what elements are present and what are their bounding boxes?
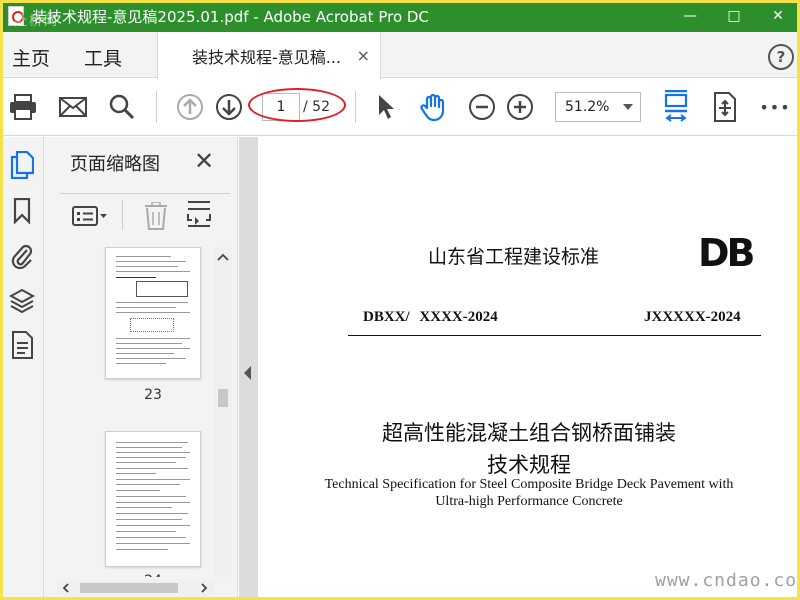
- attachment-icon[interactable]: [8, 241, 36, 269]
- more-tools-icon[interactable]: •••: [759, 91, 791, 123]
- page-thumbnails-icon[interactable]: [8, 151, 36, 179]
- db-logo: DB: [698, 231, 755, 275]
- chinese-title-line2: 技术规程: [487, 453, 571, 477]
- zoom-value: 51.2%: [565, 99, 610, 115]
- scroll-up-icon[interactable]: [217, 253, 229, 261]
- standard-code: DBXX/ XXXX-2024: [363, 309, 498, 325]
- watermark-site: www.cndao.com: [655, 570, 800, 591]
- page-thumbnail[interactable]: [105, 431, 201, 567]
- thumbnail-vertical-scrollbar[interactable]: [214, 247, 232, 577]
- email-icon[interactable]: [57, 91, 89, 123]
- scroll-left-icon[interactable]: [62, 583, 70, 593]
- zoom-dropdown[interactable]: 51.2%: [555, 92, 641, 122]
- standard-code-right: JXXXXX-2024: [644, 309, 741, 325]
- tools-tab[interactable]: 工具: [84, 44, 122, 71]
- scroll-right-icon[interactable]: [200, 583, 208, 593]
- zoom-out-icon[interactable]: [466, 91, 498, 123]
- help-button[interactable]: ?: [768, 44, 794, 70]
- divider-line: [348, 335, 761, 336]
- previous-page-icon[interactable]: [174, 91, 206, 123]
- page-number-input[interactable]: 1: [262, 93, 300, 121]
- document-properties-icon[interactable]: [8, 331, 36, 359]
- collapse-panel-icon[interactable]: [244, 366, 251, 380]
- chevron-down-icon: [623, 104, 633, 110]
- toolbar-divider: [355, 91, 356, 123]
- bookmark-icon[interactable]: [8, 197, 36, 225]
- chinese-title-line1: 超高性能混凝土组合钢桥面铺装: [382, 421, 676, 445]
- home-tab[interactable]: 主页: [12, 44, 50, 71]
- next-page-icon[interactable]: [213, 91, 245, 123]
- english-title-line2: Ultra-high Performance Concrete: [435, 494, 623, 509]
- scrollbar-thumb[interactable]: [218, 389, 228, 407]
- toolbar-divider: [156, 91, 157, 123]
- scrollbar-thumb[interactable]: [80, 583, 178, 593]
- insert-page-icon[interactable]: [186, 200, 212, 234]
- thumbnail-list: 23 24: [58, 247, 214, 577]
- page-total: / 52: [303, 99, 330, 115]
- panel-title: 页面缩略图: [70, 154, 160, 175]
- trash-icon[interactable]: [144, 201, 168, 234]
- panel-divider: [122, 200, 123, 230]
- layers-icon[interactable]: [8, 287, 36, 315]
- document-viewer[interactable]: 山东省工程建设标准 DB DBXX/ XXXX-2024 JXXXXX-2024…: [239, 137, 800, 600]
- standard-title: 山东省工程建设标准: [428, 246, 600, 268]
- thumbnail-panel: 页面缩略图 ✕ 23: [44, 137, 238, 600]
- thumbnail-label: 23: [144, 387, 162, 403]
- document-tab[interactable]: 装技术规程-意见稿... ×: [157, 32, 381, 79]
- print-icon[interactable]: [7, 91, 39, 123]
- document-tab-label: 装技术规程-意见稿...: [192, 47, 342, 67]
- navigation-rail: [0, 137, 44, 600]
- zoom-in-icon[interactable]: [504, 91, 536, 123]
- thumbnail-label: 24: [105, 573, 201, 577]
- search-icon[interactable]: [106, 91, 138, 123]
- toolbar: 1 / 52 51.2% •••: [0, 79, 800, 136]
- thumbnail-options-icon[interactable]: [72, 206, 108, 230]
- title-bar: 装技术规程-意见稿2025.01.pdf - Adobe Acrobat Pro…: [0, 0, 800, 32]
- menu-bar: 主页 工具: [0, 32, 800, 78]
- hand-tool-icon[interactable]: [418, 91, 450, 123]
- fit-page-icon[interactable]: [660, 90, 692, 123]
- close-window-button[interactable]: ✕: [756, 0, 800, 32]
- close-tab-icon[interactable]: ×: [357, 46, 370, 65]
- thumbnail-horizontal-scrollbar[interactable]: [58, 580, 214, 596]
- window-title: 装技术规程-意见稿2025.01.pdf - Adobe Acrobat Pro…: [32, 7, 429, 26]
- panel-toolbar: [60, 193, 230, 233]
- select-arrow-icon[interactable]: [370, 91, 402, 123]
- close-panel-icon[interactable]: ✕: [194, 147, 214, 175]
- minimize-button[interactable]: —: [668, 0, 712, 32]
- watermark-top: 赴桥网: [14, 14, 60, 29]
- english-title-line1: Technical Specification for Steel Compos…: [324, 477, 734, 492]
- scroll-mode-icon[interactable]: [709, 91, 741, 123]
- pdf-page: 山东省工程建设标准 DB DBXX/ XXXX-2024 JXXXXX-2024…: [258, 137, 800, 600]
- window-controls: — □ ✕: [668, 0, 800, 32]
- page-thumbnail[interactable]: [105, 247, 201, 379]
- maximize-button[interactable]: □: [712, 0, 756, 32]
